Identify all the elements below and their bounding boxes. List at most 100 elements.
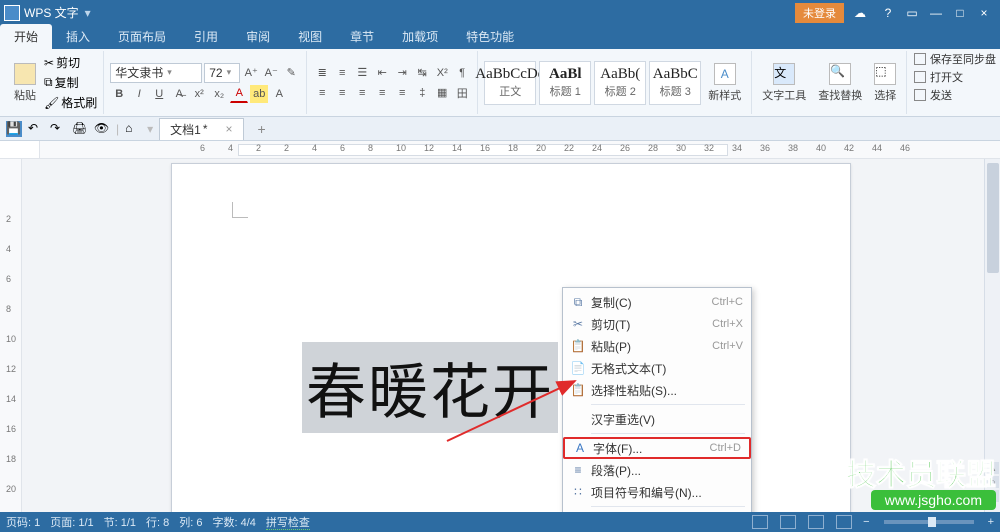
close-button[interactable]: ×: [972, 6, 996, 20]
ctx-bullets[interactable]: ∷项目符号和编号(N)...: [563, 481, 751, 503]
login-button[interactable]: 未登录: [795, 3, 844, 23]
ctx-font[interactable]: A字体(F)...Ctrl+D: [563, 437, 751, 459]
view-web-icon[interactable]: [808, 515, 824, 529]
distribute-button[interactable]: ≡: [393, 84, 411, 102]
multilevel-button[interactable]: ☰: [353, 64, 371, 82]
document-tab[interactable]: 文档1 * ×: [159, 118, 243, 140]
line-spacing-button[interactable]: ‡: [413, 84, 431, 102]
scrollbar-thumb[interactable]: [987, 163, 999, 273]
style-normal[interactable]: AaBbCcDd正文: [484, 61, 536, 105]
ctx-copy[interactable]: ⧉复制(C)Ctrl+C: [563, 291, 751, 313]
ctx-paragraph[interactable]: ≡段落(P)...: [563, 459, 751, 481]
tab-special[interactable]: 特色功能: [452, 24, 528, 49]
zoom-slider[interactable]: [884, 520, 974, 524]
status-section[interactable]: 节: 1/1: [104, 514, 136, 530]
ctx-pastetext[interactable]: 📄无格式文本(T): [563, 357, 751, 379]
view-print-icon[interactable]: [752, 515, 768, 529]
preview-icon[interactable]: 👁: [94, 121, 110, 137]
numbering-button[interactable]: ≡: [333, 64, 351, 82]
status-pageof[interactable]: 页面: 1/1: [50, 514, 93, 530]
style-h2[interactable]: AaBb(标题 2: [594, 61, 646, 105]
formatpainter-button[interactable]: 🖌格式刷: [44, 94, 97, 111]
decrease-indent-button[interactable]: ⇤: [373, 64, 391, 82]
cloud-icon[interactable]: ☁: [854, 6, 872, 20]
hruler-scale[interactable]: 6422468101214161820222426283032343638404…: [40, 141, 1000, 158]
selected-text[interactable]: 春暖花开: [302, 342, 558, 433]
print-icon[interactable]: 🖨: [72, 121, 88, 137]
style-h3[interactable]: AaBbC标题 3: [649, 61, 701, 105]
new-doc-button[interactable]: +: [250, 121, 274, 137]
justify-button[interactable]: ≡: [373, 84, 391, 102]
cut-button[interactable]: ✂剪切: [44, 54, 97, 71]
font-name-select[interactable]: 华文隶书▾: [110, 63, 202, 83]
copy-button[interactable]: ⧉复制: [44, 74, 97, 91]
ctx-reselect[interactable]: 汉字重选(V): [563, 408, 751, 430]
redo-icon[interactable]: ↷: [50, 121, 66, 137]
tab-references[interactable]: 引用: [180, 24, 232, 49]
text-tools-button[interactable]: 文文字工具: [758, 61, 810, 105]
send-button[interactable]: 发送: [914, 87, 996, 103]
sort-button[interactable]: X²: [433, 64, 451, 82]
open-cloud-button[interactable]: 打开文: [914, 69, 996, 85]
ctx-paste[interactable]: 📋粘贴(P)Ctrl+V: [563, 335, 751, 357]
ctx-pastespecial[interactable]: 📋选择性粘贴(S)...: [563, 379, 751, 401]
align-right-button[interactable]: ≡: [353, 84, 371, 102]
tab-layout[interactable]: 页面布局: [104, 24, 180, 49]
save-to-cloud-button[interactable]: 保存至同步盘: [914, 51, 996, 67]
tab-review[interactable]: 审阅: [232, 24, 284, 49]
save-icon[interactable]: 💾: [6, 121, 22, 137]
status-spell[interactable]: 拼写检查: [266, 514, 310, 530]
strike-button[interactable]: A̶: [170, 85, 188, 103]
grow-font-button[interactable]: A⁺: [242, 64, 260, 82]
ctx-cut[interactable]: ✂剪切(T)Ctrl+X: [563, 313, 751, 335]
superscript-button[interactable]: x²: [190, 85, 208, 103]
tab-insert[interactable]: 插入: [52, 24, 104, 49]
underline-button[interactable]: U: [150, 85, 168, 103]
shrink-font-button[interactable]: A⁻: [262, 64, 280, 82]
char-border-button[interactable]: A: [270, 85, 288, 103]
style-h1[interactable]: AaBl标题 1: [539, 61, 591, 105]
status-page[interactable]: 页码: 1: [6, 514, 40, 530]
tab-section[interactable]: 章节: [336, 24, 388, 49]
select-button[interactable]: ⬚选择: [870, 61, 900, 105]
status-line[interactable]: 行: 8: [146, 514, 169, 530]
bold-button[interactable]: B: [110, 85, 128, 103]
pastetext-icon: 📄: [569, 361, 587, 375]
view-outline-icon[interactable]: [780, 515, 796, 529]
zoom-in-button[interactable]: +: [988, 516, 994, 528]
view-read-icon[interactable]: [836, 515, 852, 529]
showmarks-button[interactable]: ¶: [453, 64, 471, 82]
shading-button[interactable]: ▦: [433, 84, 451, 102]
undo-icon[interactable]: ↶: [28, 121, 44, 137]
tab-home[interactable]: 开始: [0, 24, 52, 49]
zoom-thumb[interactable]: [928, 517, 936, 527]
tab-addins[interactable]: 加载项: [388, 24, 452, 49]
font-size-select[interactable]: 72▾: [204, 63, 240, 83]
zoom-out-button[interactable]: −: [863, 516, 869, 528]
find-replace-button[interactable]: 🔍查找替换: [814, 61, 866, 105]
align-center-button[interactable]: ≡: [333, 84, 351, 102]
italic-button[interactable]: I: [130, 85, 148, 103]
minimize-button[interactable]: —: [924, 6, 948, 20]
paste-button[interactable]: 粘贴: [10, 53, 40, 112]
vertical-ruler[interactable]: 2468101214161820: [0, 159, 22, 514]
ribbon-toggle-button[interactable]: ▭: [900, 6, 924, 20]
bullets-button[interactable]: ≣: [313, 64, 331, 82]
tabs-button[interactable]: ↹: [413, 64, 431, 82]
clear-format-button[interactable]: ✎: [282, 64, 300, 82]
home-icon[interactable]: ⌂: [125, 121, 141, 137]
tab-view[interactable]: 视图: [284, 24, 336, 49]
increase-indent-button[interactable]: ⇥: [393, 64, 411, 82]
status-chars[interactable]: 字数: 4/4: [213, 514, 256, 530]
doc-close-icon[interactable]: ×: [226, 122, 233, 136]
status-col[interactable]: 列: 6: [179, 514, 202, 530]
new-style-button[interactable]: A新样式: [704, 61, 745, 105]
font-color-button[interactable]: A: [230, 85, 248, 103]
align-left-button[interactable]: ≡: [313, 84, 331, 102]
help-button[interactable]: ?: [876, 6, 900, 20]
highlight-button[interactable]: ab: [250, 85, 268, 103]
borders-button[interactable]: 田: [453, 84, 471, 102]
app-menu-dropdown[interactable]: ▾: [85, 6, 91, 20]
subscript-button[interactable]: x₂: [210, 85, 228, 103]
maximize-button[interactable]: □: [948, 6, 972, 20]
